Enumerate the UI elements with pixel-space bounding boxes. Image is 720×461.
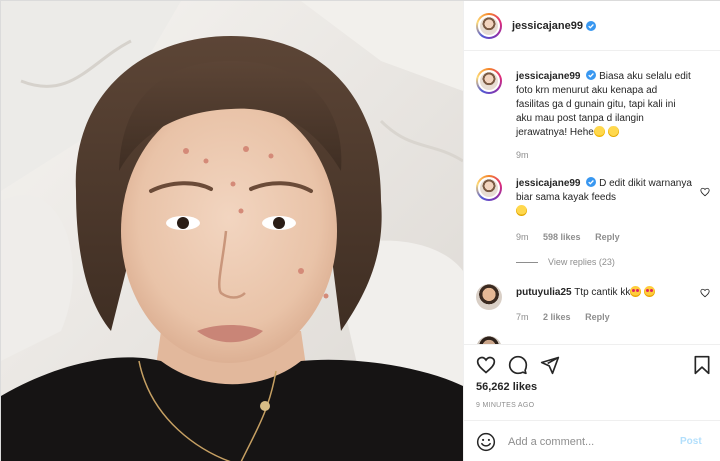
avatar[interactable] bbox=[476, 284, 502, 310]
likes-count[interactable]: 56,262 likes bbox=[476, 381, 537, 393]
view-replies-button[interactable]: View replies (23) bbox=[516, 257, 615, 267]
divider bbox=[516, 261, 538, 263]
like-comment-heart-icon[interactable] bbox=[700, 187, 710, 197]
bookmark-icon[interactable] bbox=[692, 355, 712, 375]
verified-icon bbox=[586, 177, 597, 187]
avatar[interactable] bbox=[476, 12, 502, 39]
smile-emoji-icon bbox=[516, 205, 527, 216]
comment-username[interactable]: putuyulia25 bbox=[516, 287, 572, 298]
author-username[interactable]: jessicajane99 bbox=[512, 20, 583, 32]
view-replies-label: View replies (23) bbox=[548, 257, 615, 267]
post-photo[interactable] bbox=[1, 1, 463, 461]
comment-input[interactable] bbox=[508, 435, 676, 448]
post-header: jessicajane99 bbox=[464, 1, 720, 51]
comment-username[interactable]: jessicajane99 bbox=[516, 71, 581, 82]
avatar[interactable] bbox=[476, 68, 502, 94]
share-icon[interactable] bbox=[540, 355, 560, 375]
comment-body: jessicajane99 Biasa aku selalu edit foto… bbox=[516, 70, 692, 140]
comment-likes[interactable]: 2 likes bbox=[543, 312, 571, 322]
reply-button[interactable]: Reply bbox=[585, 312, 610, 322]
comment-body: putuyulia25 Ttp cantik kk bbox=[516, 286, 692, 300]
verified-icon bbox=[585, 20, 596, 31]
heart-eyes-emoji-icon bbox=[644, 286, 656, 297]
yum-emoji-icon bbox=[593, 126, 605, 137]
selfie-image bbox=[1, 1, 463, 461]
comment-text: Ttp cantik kk bbox=[574, 287, 631, 298]
comment-time[interactable]: 9m bbox=[516, 150, 529, 160]
like-comment-heart-icon[interactable] bbox=[700, 288, 710, 298]
comment-meta: 9m 598 likes Reply bbox=[516, 232, 632, 242]
instagram-post: jessicajane99 jessicajane99 Biasa aku se… bbox=[0, 0, 720, 461]
comment-likes[interactable]: 598 likes bbox=[543, 232, 581, 242]
comment-time[interactable]: 7m bbox=[516, 312, 529, 322]
smiley-icon[interactable] bbox=[476, 432, 496, 452]
post-comment-button[interactable]: Post bbox=[680, 436, 702, 447]
add-comment-bar: Post bbox=[464, 420, 720, 461]
verified-icon bbox=[586, 70, 597, 80]
post-actions bbox=[464, 344, 720, 384]
comment-username[interactable]: jessicajane99 bbox=[516, 178, 581, 189]
comment-meta: 7m 2 likes Reply bbox=[516, 312, 622, 322]
avatar[interactable] bbox=[476, 336, 502, 344]
heart-icon[interactable] bbox=[476, 355, 496, 375]
comment-body: jessicajane99 D edit dikit warnanya biar… bbox=[516, 177, 692, 219]
post-time[interactable]: 9 MINUTES AGO bbox=[476, 402, 534, 409]
reply-button[interactable]: Reply bbox=[595, 232, 620, 242]
comment-meta: 9m bbox=[516, 150, 541, 160]
avatar[interactable] bbox=[476, 175, 502, 201]
comment-time[interactable]: 9m bbox=[516, 232, 529, 242]
star-emoji-icon bbox=[607, 126, 619, 137]
post-side-panel: jessicajane99 jessicajane99 Biasa aku se… bbox=[463, 1, 720, 461]
heart-eyes-emoji-icon bbox=[630, 286, 642, 297]
comments-list[interactable]: jessicajane99 Biasa aku selalu edit foto… bbox=[464, 52, 720, 344]
comment-icon[interactable] bbox=[508, 355, 528, 375]
